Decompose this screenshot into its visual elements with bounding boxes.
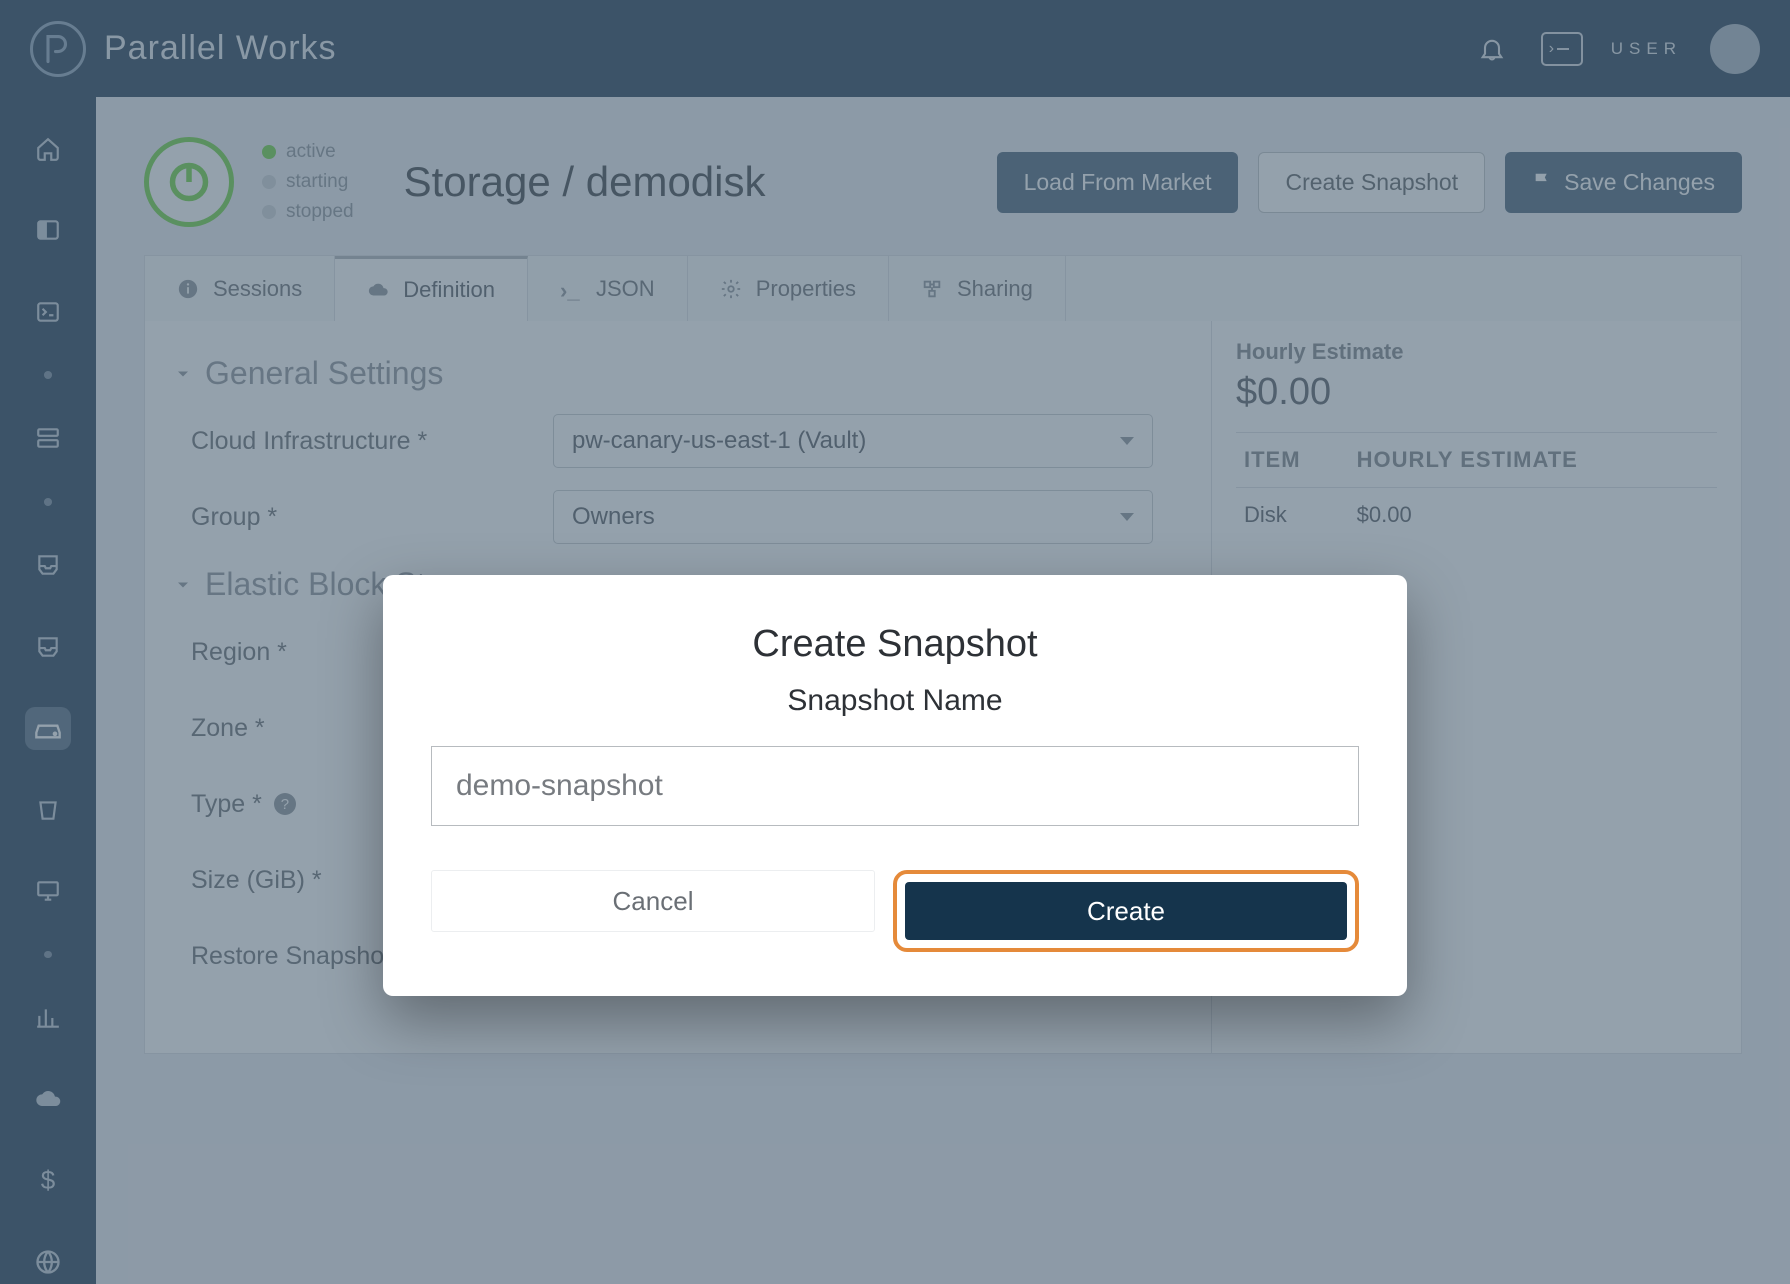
create-snapshot-modal: Create Snapshot Snapshot Name Cancel Cre… bbox=[383, 575, 1407, 996]
modal-actions: Cancel Create bbox=[431, 870, 1359, 952]
modal-title: Create Snapshot bbox=[431, 623, 1359, 666]
modal-overlay[interactable]: Create Snapshot Snapshot Name Cancel Cre… bbox=[0, 0, 1790, 1284]
modal-subtitle: Snapshot Name bbox=[431, 684, 1359, 718]
create-button[interactable]: Create bbox=[905, 882, 1347, 940]
cancel-button[interactable]: Cancel bbox=[431, 870, 875, 932]
create-button-highlight: Create bbox=[893, 870, 1359, 952]
snapshot-name-input[interactable] bbox=[431, 746, 1359, 826]
